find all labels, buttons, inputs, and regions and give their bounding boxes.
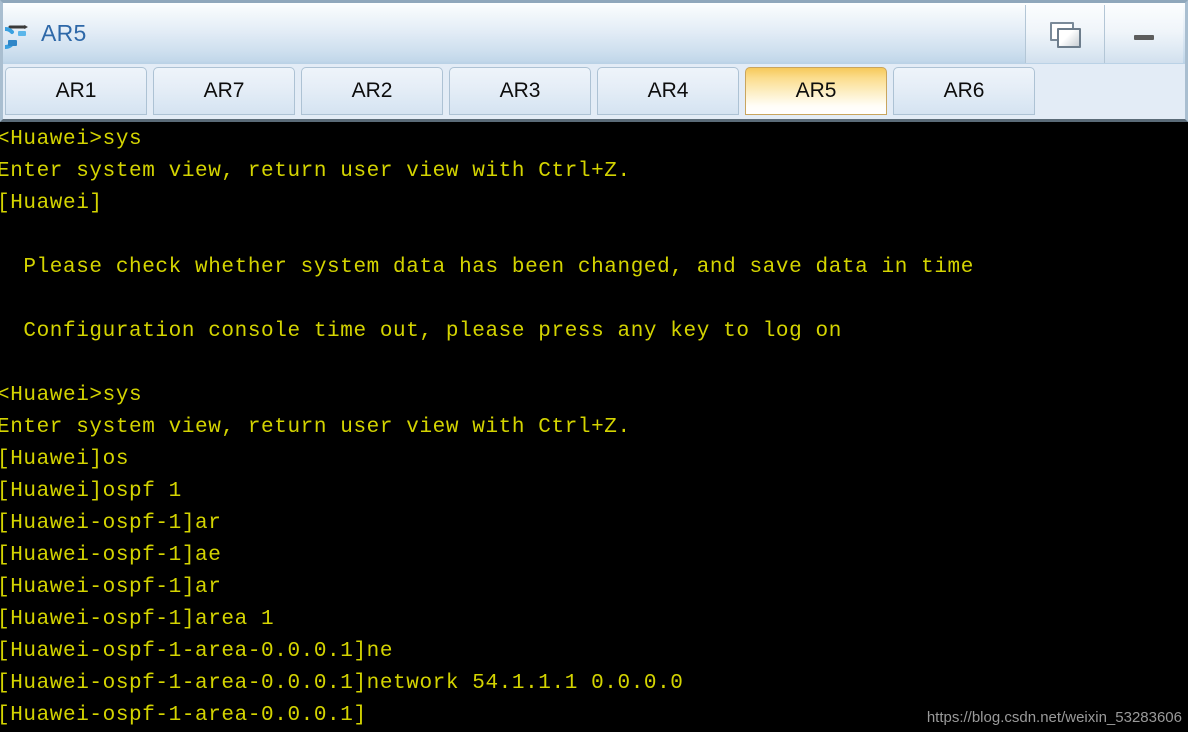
terminal-line: [Huawei-ospf-1]area 1 [0, 608, 275, 631]
terminal-line: [Huawei-ospf-1]ae [0, 544, 222, 567]
window-title: AR5 [41, 20, 87, 46]
tab-label: AR3 [499, 79, 541, 102]
terminal-line: [Huawei]ospf 1 [0, 480, 182, 503]
terminal-line: Please check whether system data has bee… [0, 256, 974, 279]
winbtn-edge [1183, 5, 1185, 63]
console-window: AR5 AR1 AR7 AR2 AR3 AR4 AR5 AR6 <Huawei>sys Ent… [0, 0, 1188, 732]
minimize-icon [1134, 35, 1154, 40]
tab-label: AR2 [351, 79, 393, 102]
terminal-line: [Huawei-ospf-1]ar [0, 576, 222, 599]
tab-ar7[interactable]: AR7 [153, 67, 295, 115]
watermark: https://blog.csdn.net/weixin_53283606 [926, 709, 1182, 726]
terminal-line: Configuration console time out, please p… [0, 320, 842, 343]
tab-ar3[interactable]: AR3 [449, 67, 591, 115]
tab-ar6[interactable]: AR6 [893, 67, 1035, 115]
terminal-line: [Huawei]os [0, 448, 130, 471]
terminal-line: Enter system view, return user view with… [0, 160, 631, 183]
terminal-output[interactable]: <Huawei>sys Enter system view, return use… [0, 122, 1188, 732]
tab-label: AR1 [55, 79, 97, 102]
tab-ar1[interactable]: AR1 [5, 67, 147, 115]
terminal-line: <Huawei>sys [0, 128, 143, 151]
terminal-line: <Huawei>sys [0, 384, 143, 407]
title-bar: AR5 [0, 0, 1188, 64]
terminal-line: Enter system view, return user view with… [0, 416, 631, 439]
terminal-line: [Huawei-ospf-1-area-0.0.0.1]ne [0, 640, 394, 663]
tab-ar4[interactable]: AR4 [597, 67, 739, 115]
router-icon [0, 20, 35, 50]
terminal-line: [Huawei-ospf-1]ar [0, 512, 222, 535]
restore-icon [1050, 21, 1081, 48]
restore-button[interactable] [1025, 4, 1104, 63]
tab-label: AR7 [203, 79, 245, 102]
minimize-button[interactable] [1104, 4, 1183, 63]
tab-ar2[interactable]: AR2 [301, 67, 443, 115]
tab-bar: AR1 AR7 AR2 AR3 AR4 AR5 AR6 [0, 64, 1188, 122]
terminal-line: [Huawei-ospf-1-area-0.0.0.1]network 54.1… [0, 672, 684, 695]
tab-label: AR6 [943, 79, 985, 102]
tab-ar5[interactable]: AR5 [745, 67, 887, 115]
tab-label: AR5 [795, 79, 837, 102]
window-controls [1025, 4, 1185, 63]
terminal-line: [Huawei] [0, 192, 103, 215]
tab-label: AR4 [647, 79, 689, 102]
